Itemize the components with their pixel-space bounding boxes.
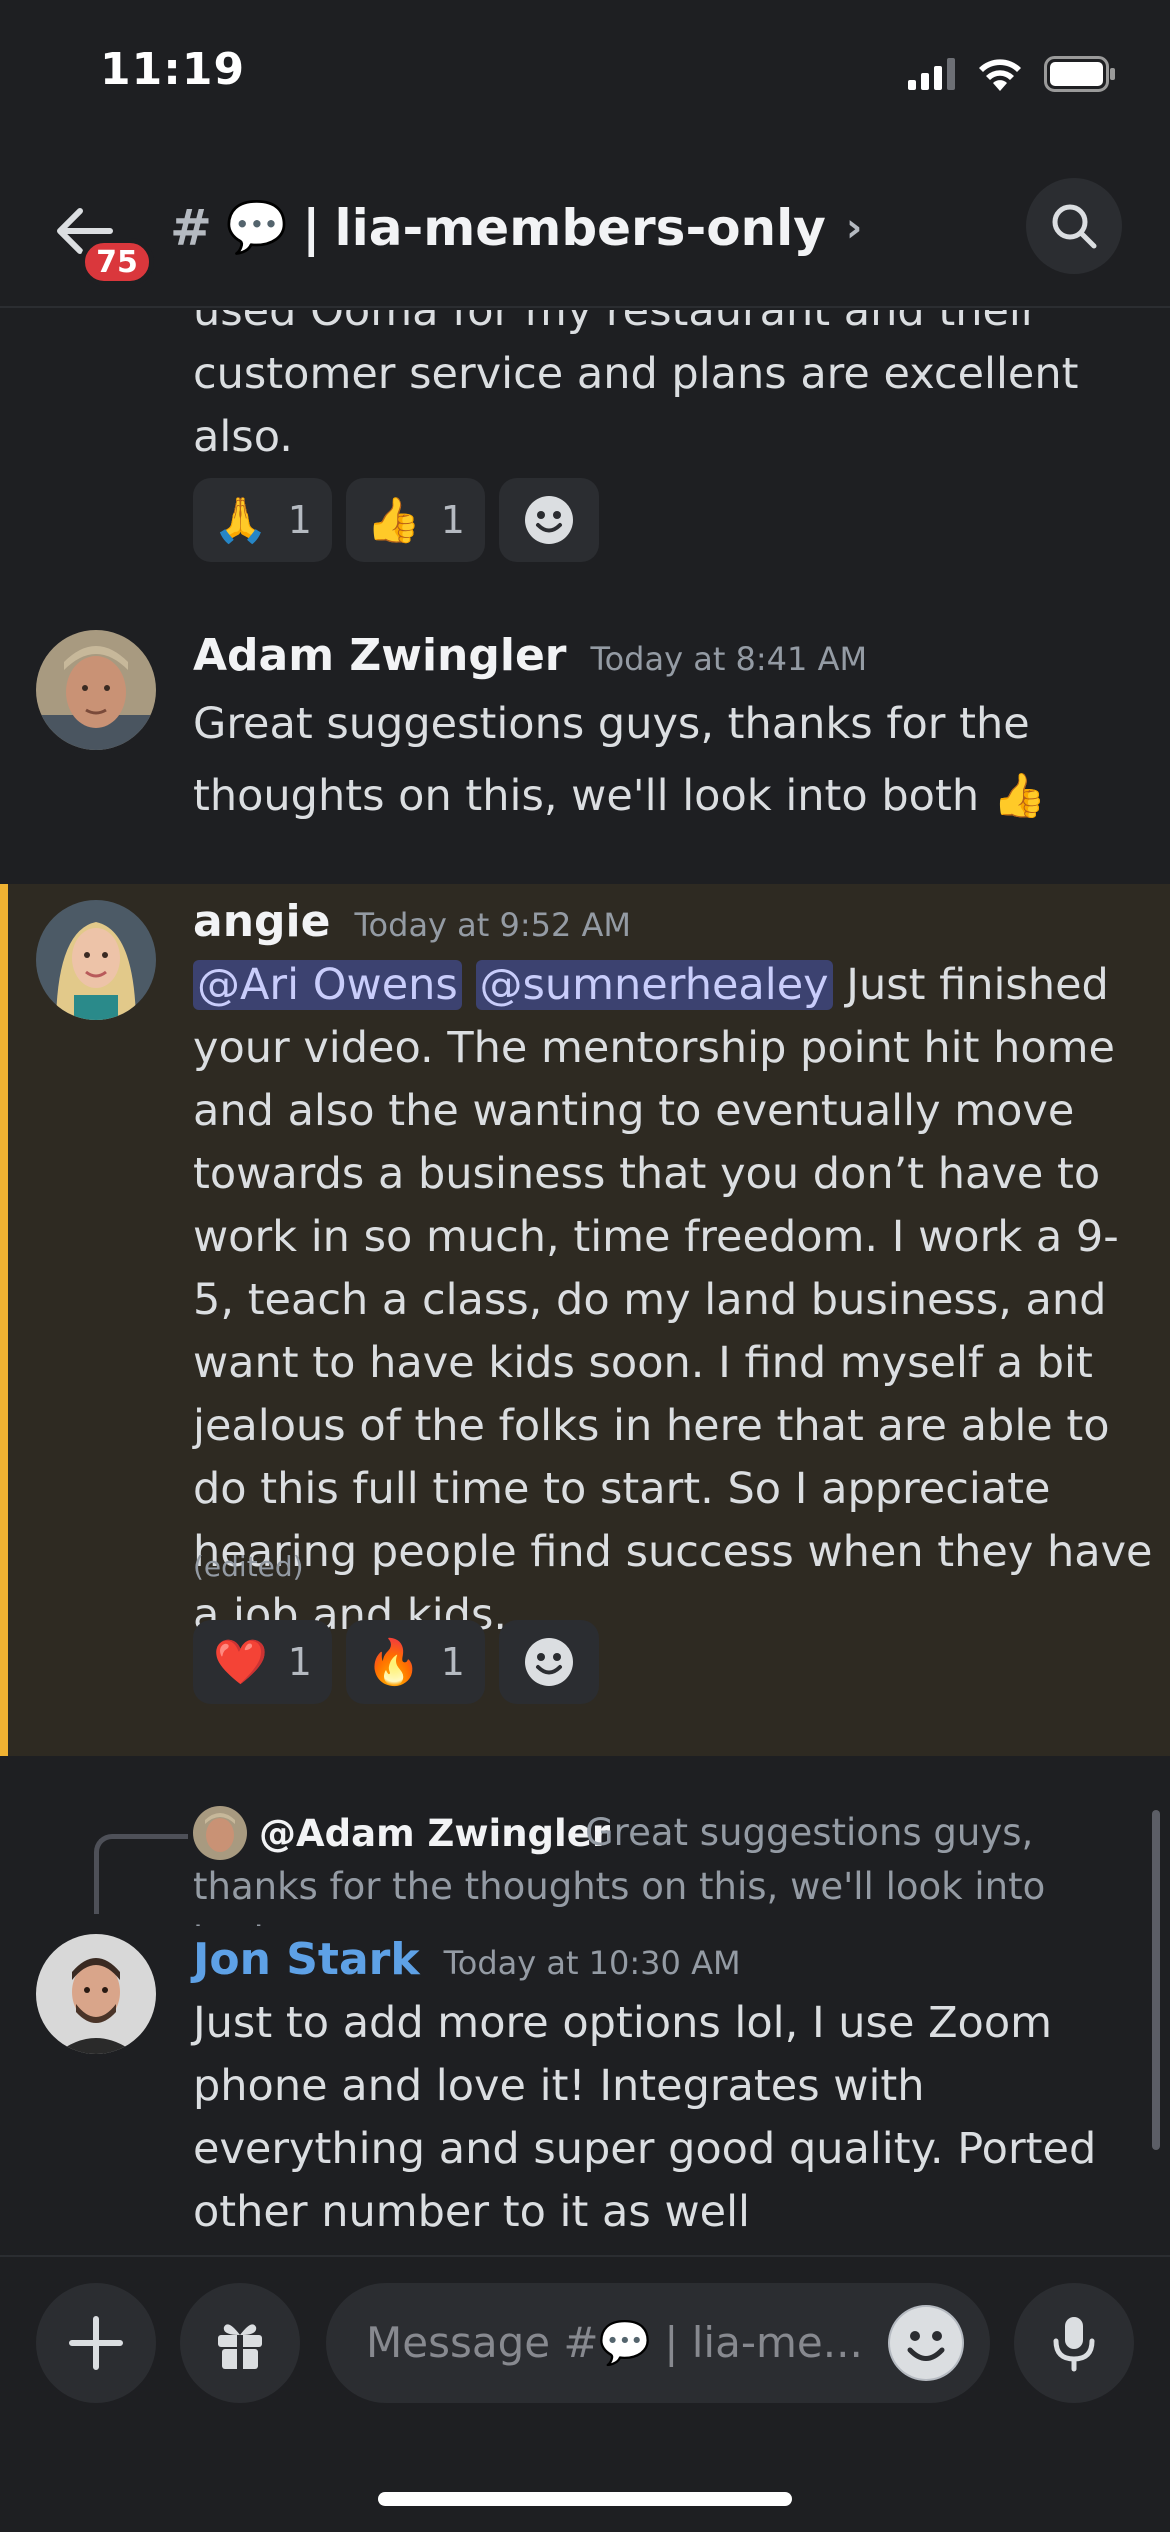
signal-icon xyxy=(908,58,955,90)
emoji-picker-button[interactable] xyxy=(888,2305,964,2381)
avatar[interactable] xyxy=(36,630,156,750)
home-indicator[interactable] xyxy=(378,2492,792,2506)
message-list[interactable]: used Ooma for my restaurant and their cu… xyxy=(0,310,1170,2255)
author-line: Adam Zwingler Today at 8:41 AM xyxy=(193,630,867,681)
reply-connector xyxy=(94,1834,188,1914)
avatar-image xyxy=(36,630,156,750)
avatar[interactable] xyxy=(36,900,156,1020)
avatar[interactable] xyxy=(36,1934,156,2054)
message-text: @Ari Owens @sumnerhealey Just finished y… xyxy=(193,954,1153,1647)
battery-icon xyxy=(1044,56,1115,92)
channel-separator: | xyxy=(302,198,321,257)
channel-emoji: 💬 xyxy=(225,198,289,256)
reaction-count: 1 xyxy=(440,498,465,542)
mention-sumnerhealey[interactable]: @sumnerhealey xyxy=(475,960,833,1010)
reaction-thumbs-up[interactable]: 👍 1 xyxy=(345,478,485,562)
edited-label: (edited) xyxy=(193,1550,304,1583)
plus-icon xyxy=(69,2316,123,2370)
channel-name: lia-members-only xyxy=(334,198,826,257)
timestamp: Today at 9:52 AM xyxy=(354,906,632,944)
message-input-placeholder: Message #💬 | lia-me... xyxy=(366,2318,863,2367)
emoji-icon xyxy=(890,2307,962,2379)
avatar-image xyxy=(36,1934,156,2054)
message-text: used Ooma for my restaurant and their cu… xyxy=(193,310,1079,462)
voice-message-button[interactable] xyxy=(1014,2283,1134,2403)
scrollbar[interactable] xyxy=(1152,1810,1160,2150)
reaction-emoji: 🔥 xyxy=(365,1637,421,1688)
channel-title[interactable]: # 💬 | lia-members-only › xyxy=(170,198,862,257)
status-bar: 11:19 xyxy=(0,0,1170,150)
emoji-icon xyxy=(524,1638,573,1686)
author-line: Jon Stark Today at 10:30 AM xyxy=(193,1934,741,1985)
add-reaction-button[interactable] xyxy=(498,478,599,562)
message-item: Adam Zwingler Today at 8:41 AM Great sug… xyxy=(0,630,1170,830)
message-text: Just to add more options lol, I use Zoom… xyxy=(193,1998,1097,2237)
avatar-image xyxy=(36,900,156,1020)
chevron-right-icon: › xyxy=(845,204,863,251)
search-icon xyxy=(1052,204,1097,249)
message-composer: Message #💬 | lia-me... xyxy=(0,2255,1170,2532)
mention-ari-owens[interactable]: @Ari Owens xyxy=(193,960,462,1010)
reaction-count: 1 xyxy=(287,1640,312,1684)
reaction-pray[interactable]: 🙏 1 xyxy=(193,478,332,562)
status-icons xyxy=(908,56,1116,92)
search-button[interactable] xyxy=(1026,178,1122,274)
reaction-bar: ❤️ 1 🔥 1 xyxy=(193,1620,599,1704)
author-name[interactable]: angie xyxy=(193,896,330,947)
add-attachment-button[interactable] xyxy=(36,2283,156,2403)
channel-header: 75 # 💬 | lia-members-only › xyxy=(0,160,1170,308)
wifi-icon xyxy=(979,59,1021,91)
gift-button[interactable] xyxy=(180,2283,300,2403)
microphone-icon xyxy=(1053,2317,1095,2372)
author-name[interactable]: Jon Stark xyxy=(193,1934,420,1985)
emoji-icon xyxy=(524,496,573,544)
reaction-emoji: 🙏 xyxy=(213,495,268,546)
timestamp: Today at 8:41 AM xyxy=(590,640,868,678)
reaction-count: 1 xyxy=(287,498,312,542)
channel-hash-icon: # xyxy=(170,198,212,257)
message-item-reply: @Adam Zwingler Great suggestions guys, t… xyxy=(0,1790,1170,2255)
author-line: angie Today at 9:52 AM xyxy=(193,896,631,947)
unread-badge: 75 xyxy=(80,238,154,286)
reaction-count: 1 xyxy=(440,1640,465,1684)
author-name[interactable]: Adam Zwingler xyxy=(193,630,566,681)
message-text: Great suggestions guys, thanks for the t… xyxy=(193,699,1047,821)
reaction-fire[interactable]: 🔥 1 xyxy=(345,1620,485,1704)
add-reaction-button[interactable] xyxy=(498,1620,599,1704)
gift-icon xyxy=(218,2324,262,2369)
message-body: Just finished your video. The mentorship… xyxy=(193,960,1153,1640)
reaction-heart[interactable]: ❤️ 1 xyxy=(193,1620,332,1704)
reaction-emoji: ❤️ xyxy=(213,1637,268,1688)
reaction-emoji: 👍 xyxy=(365,495,421,546)
timestamp: Today at 10:30 AM xyxy=(443,1944,741,1982)
reaction-bar: 🙏 1 👍 1 xyxy=(193,478,599,562)
status-time: 11:19 xyxy=(100,44,246,95)
reply-preview-text: Great suggestions guys, thanks for the t… xyxy=(193,1811,1046,1926)
message-continuation: used Ooma for my restaurant and their cu… xyxy=(0,310,1170,580)
message-input[interactable]: Message #💬 | lia-me... xyxy=(326,2283,990,2403)
message-item-highlighted: angie Today at 9:52 AM @Ari Owens @sumne… xyxy=(0,884,1170,1756)
